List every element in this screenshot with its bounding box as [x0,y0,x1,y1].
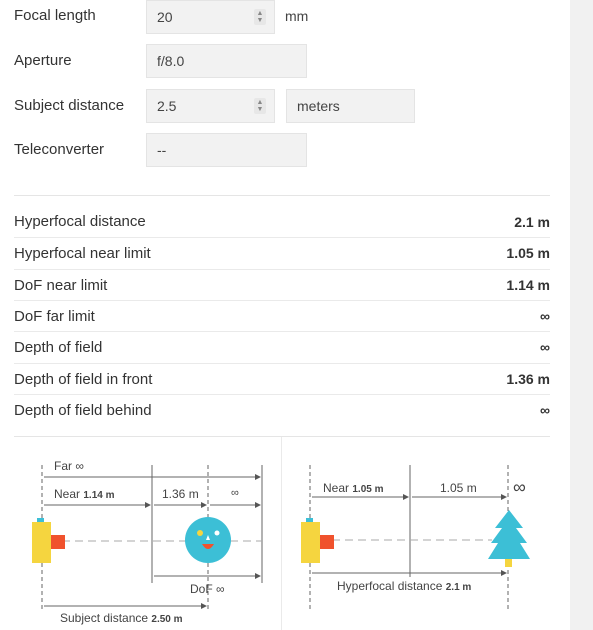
camera-shutter-icon [306,518,313,522]
result-row-depth-behind: Depth of field behind ∞ [14,394,550,425]
distance-unit-value: meters [297,98,340,114]
camera-lens-icon [320,535,334,549]
camera-shutter-icon [37,518,44,522]
subject-face-icon [185,517,231,563]
subject-distance-stepper[interactable]: ▲ ▼ [254,98,266,114]
subject-distance-input[interactable]: 2.5 ▲ ▼ [146,89,275,123]
hyperfocal-label: Hyperfocal distance [337,579,443,593]
focal-length-value: 20 [157,9,173,25]
result-label: Depth of field in front [14,370,153,388]
hyperfocal-diagram: Near 1.05 m 1.05 m ∞ Hyperfocal distance… [301,465,530,609]
focal-length-label: Focal length [14,7,96,24]
section-divider [14,195,550,196]
aperture-select[interactable]: f/8.0 [146,44,307,78]
focal-length-unit: mm [285,8,309,24]
result-value: 2.1 m [514,213,550,230]
camera-body-icon [32,522,51,563]
result-row-hyperfocal-near-limit: Hyperfocal near limit 1.05 m [14,237,550,268]
result-label: Depth of field [14,338,103,356]
camera-lens-icon [51,535,65,549]
result-row-depth-in-front: Depth of field in front 1.36 m [14,363,550,394]
result-row-hyperfocal-distance: Hyperfocal distance 2.1 m [14,206,550,237]
near-label: Near [54,487,80,501]
result-value: 1.05 m [506,245,550,261]
result-row-dof-near-limit: DoF near limit 1.14 m [14,269,550,300]
result-label: Hyperfocal near limit [14,244,151,262]
stepper-up-icon[interactable]: ▲ [257,99,264,106]
aperture-label: Aperture [14,52,72,69]
result-value: 1.14 m [506,277,550,293]
result-label: DoF far limit [14,307,95,325]
stepper-up-icon[interactable]: ▲ [257,10,264,17]
near-value: 1.14 m [83,490,114,501]
result-label: Hyperfocal distance [14,213,146,230]
aperture-value: f/8.0 [157,53,185,69]
svg-text:DoF ∞: DoF ∞ [190,582,225,596]
dof-diagram: Far ∞ Near 1.14 m 1.36 m ∞ DoF ∞ Subject… [32,459,263,625]
hyperfocal-value: 2.1 m [446,582,472,593]
dof-value: ∞ [216,582,225,596]
result-label: DoF near limit [14,276,108,294]
svg-text:Subject distance 2.50 m: Subject distance 2.50 m [60,611,183,625]
stepper-down-icon[interactable]: ▼ [257,106,264,113]
span-value: 1.05 m [440,481,477,495]
tree-icon [488,510,530,567]
result-value: ∞ [540,402,550,418]
scrollbar-track[interactable] [570,0,593,630]
focal-length-input[interactable]: 20 ▲ ▼ [146,0,275,34]
svg-text:Hyperfocal distance 2.1 m: Hyperfocal distance 2.1 m [337,579,471,593]
far-value: ∞ [75,459,84,473]
behind-value: ∞ [231,487,239,499]
result-value: 1.36 m [506,371,550,387]
stepper-down-icon[interactable]: ▼ [257,17,264,24]
result-value: ∞ [540,308,550,324]
result-row-dof-far-limit: DoF far limit ∞ [14,300,550,331]
focal-length-stepper[interactable]: ▲ ▼ [254,9,266,25]
teleconverter-select[interactable]: -- [146,133,307,167]
distance-unit-select[interactable]: meters [286,89,415,123]
subject-distance-label: Subject distance [14,97,125,114]
infinity-icon: ∞ [513,477,526,497]
svg-text:Near 1.05 m: Near 1.05 m [323,481,384,495]
camera-body-icon [301,522,320,563]
svg-text:Far ∞: Far ∞ [54,459,84,473]
subject-label: Subject distance [60,611,148,625]
result-label: Depth of field behind [14,401,152,419]
teleconverter-value: -- [157,142,167,158]
near-label: Near [323,481,349,495]
front-value: 1.36 m [162,487,199,501]
subject-distance-value: 2.5 [157,98,177,114]
subject-value: 2.50 m [151,614,182,625]
far-label: Far [54,459,72,473]
result-value: ∞ [540,339,550,355]
near-value: 1.05 m [352,484,383,495]
dof-label: DoF [190,582,213,596]
result-row-depth-of-field: Depth of field ∞ [14,331,550,362]
svg-text:Near 1.14 m: Near 1.14 m [54,487,115,501]
teleconverter-label: Teleconverter [14,141,105,158]
